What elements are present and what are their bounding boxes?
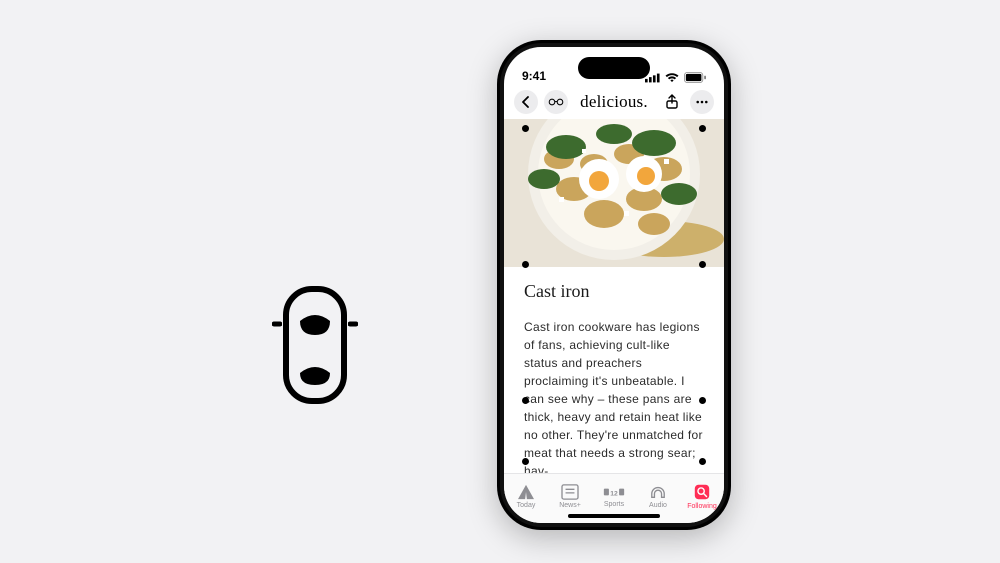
marker-dot <box>699 261 706 268</box>
more-button[interactable] <box>690 90 714 114</box>
tab-label: Following <box>687 503 717 510</box>
marker-dot <box>522 397 529 404</box>
tab-label: Audio <box>649 502 667 509</box>
screen: 9:41 <box>504 47 724 523</box>
battery-icon <box>684 72 706 83</box>
tab-news[interactable]: News+ <box>550 484 590 509</box>
back-button[interactable] <box>514 90 538 114</box>
tab-today[interactable]: Today <box>506 484 546 509</box>
wifi-icon <box>665 73 679 83</box>
car-icon <box>280 285 350 405</box>
dynamic-island <box>578 57 650 79</box>
article-heading: Cast iron <box>524 281 706 302</box>
share-button[interactable] <box>660 90 684 114</box>
nav-bar: delicious. <box>504 85 724 119</box>
marker-dot <box>699 125 706 132</box>
marker-dot <box>699 458 706 465</box>
marker-dot <box>522 125 529 132</box>
tab-audio[interactable]: Audio <box>638 484 678 509</box>
tab-label: Sports <box>604 501 624 508</box>
article-content[interactable]: Cast iron Cast iron cookware has legions… <box>504 267 724 473</box>
hero-image <box>504 119 724 267</box>
article-body: Cast iron cookware has legions of fans, … <box>524 318 706 473</box>
status-time: 9:41 <box>522 69 546 83</box>
tab-sports[interactable]: 12 Sports <box>594 485 634 508</box>
marker-dot <box>522 458 529 465</box>
tab-label: News+ <box>559 502 581 509</box>
phone-frame: 9:41 <box>497 40 731 530</box>
home-indicator[interactable] <box>568 514 660 518</box>
svg-text:12: 12 <box>610 490 618 497</box>
glasses-icon[interactable] <box>544 90 568 114</box>
tab-label: Today <box>517 502 536 509</box>
marker-dot <box>522 261 529 268</box>
marker-dot <box>699 397 706 404</box>
tab-following[interactable]: Following <box>682 483 722 510</box>
